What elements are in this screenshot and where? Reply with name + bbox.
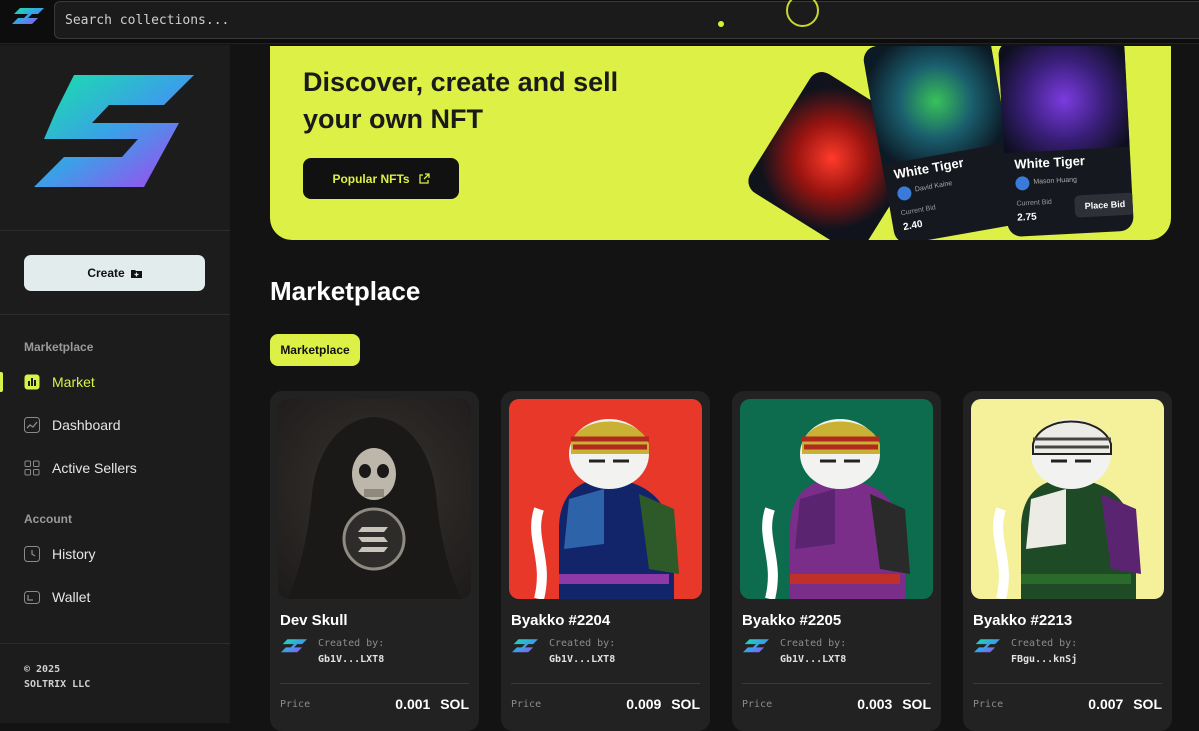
nft-price: 0.009 SOL bbox=[626, 696, 700, 712]
active-indicator bbox=[0, 372, 3, 392]
purple-tiger-art bbox=[997, 46, 1130, 154]
popular-nfts-button[interactable]: Popular NFTs bbox=[303, 158, 459, 199]
sidebar-item-label: History bbox=[52, 546, 96, 562]
sidebar-item-history[interactable]: History bbox=[0, 537, 230, 571]
sidebar-item-label: Dashboard bbox=[52, 417, 121, 433]
sidebar-item-label: Market bbox=[52, 374, 95, 390]
avatar bbox=[1015, 175, 1030, 191]
nft-price: 0.007 SOL bbox=[1088, 696, 1162, 712]
hero-card-author: David Kaine bbox=[914, 180, 953, 194]
marketplace-title: Marketplace bbox=[270, 276, 421, 306]
card-divider bbox=[280, 683, 469, 684]
creator-logo-icon bbox=[512, 639, 538, 653]
search-bar[interactable] bbox=[54, 1, 1199, 39]
cursor-dot-icon bbox=[718, 21, 724, 27]
price-label: Price bbox=[742, 699, 773, 710]
section-title-marketplace: Marketplace bbox=[24, 340, 94, 354]
nft-image-dev-skull[interactable] bbox=[278, 399, 471, 599]
trend-icon bbox=[24, 417, 40, 433]
card-divider bbox=[742, 683, 931, 684]
creator-address: FBgu...knSj bbox=[1011, 654, 1078, 665]
skull-art-icon bbox=[288, 417, 461, 599]
clock-icon bbox=[24, 546, 40, 562]
create-button-label: Create bbox=[87, 266, 125, 280]
created-by-label: Created by: bbox=[1011, 638, 1078, 649]
create-button[interactable]: Create bbox=[24, 255, 205, 291]
nft-name: Dev Skull bbox=[280, 612, 348, 629]
nft-price: 0.001 SOL bbox=[395, 696, 469, 712]
chart-icon bbox=[24, 374, 40, 390]
sidebar-item-wallet[interactable]: Wallet bbox=[0, 580, 230, 614]
copyright-text: © 2025 bbox=[24, 664, 61, 675]
creator-address: Gb1V...LXT8 bbox=[318, 654, 385, 665]
search-input[interactable] bbox=[65, 2, 665, 38]
nft-name: Byakko #2213 bbox=[973, 612, 1073, 629]
creator-logo-icon bbox=[281, 639, 307, 653]
creator-logo-icon bbox=[974, 639, 1000, 653]
nft-card[interactable]: Byakko #2204 Created by: Gb1V...LXT8 Pri… bbox=[501, 391, 710, 731]
card-divider bbox=[511, 683, 700, 684]
popular-nfts-label: Popular NFTs bbox=[332, 171, 410, 186]
nft-name: Byakko #2204 bbox=[511, 612, 611, 629]
nft-name: Byakko #2205 bbox=[742, 612, 842, 629]
sidebar-logo-area bbox=[0, 45, 230, 231]
created-by-label: Created by: bbox=[780, 638, 847, 649]
brand-logo-icon[interactable] bbox=[34, 75, 194, 195]
folder-plus-icon bbox=[130, 269, 142, 278]
top-bar bbox=[0, 0, 1199, 44]
price-label: Price bbox=[973, 699, 1004, 710]
hero-card-name: White Tiger bbox=[1014, 153, 1086, 172]
hero-card-author: Mason Huang bbox=[1033, 176, 1078, 186]
nft-image-byakko-2204[interactable] bbox=[509, 399, 702, 599]
hero-banner: Discover, create and sell your own NFT P… bbox=[270, 46, 1171, 240]
nft-card[interactable]: Dev Skull Created by: Gb1V...LXT8 Price … bbox=[270, 391, 479, 731]
section-title-account: Account bbox=[24, 512, 72, 526]
wallet-icon bbox=[24, 591, 40, 604]
marketplace-filter-chip[interactable]: Marketplace bbox=[270, 334, 360, 366]
hero-title: Discover, create and sell your own NFT bbox=[303, 67, 619, 134]
hero-nft-card-purple: White Tiger Mason Huang Current Bid 2.75… bbox=[997, 46, 1135, 238]
place-bid-button: Place Bid bbox=[1074, 192, 1135, 218]
price-label: Price bbox=[511, 699, 542, 710]
creator-address: Gb1V...LXT8 bbox=[549, 654, 616, 665]
creator-logo-icon bbox=[743, 639, 769, 653]
creator-address: Gb1V...LXT8 bbox=[780, 654, 847, 665]
green-tiger-art bbox=[861, 46, 1009, 165]
sidebar-item-active-sellers[interactable]: Active Sellers bbox=[0, 451, 230, 485]
card-divider bbox=[973, 683, 1162, 684]
avatar bbox=[896, 185, 913, 202]
nft-card[interactable]: Byakko #2213 Created by: FBgu...knSj Pri… bbox=[963, 391, 1172, 731]
sidebar-item-label: Wallet bbox=[52, 589, 91, 605]
nft-image-byakko-2205[interactable] bbox=[740, 399, 933, 599]
create-area: Create bbox=[0, 231, 230, 315]
company-name: SOLTRIX LLC bbox=[24, 679, 91, 690]
tiger-art-icon bbox=[531, 419, 679, 599]
hero-card-bid-label: Current Bid bbox=[900, 204, 937, 218]
price-label: Price bbox=[280, 699, 311, 710]
nft-price: 0.003 SOL bbox=[857, 696, 931, 712]
sidebar-footer: © 2025 SOLTRIX LLC bbox=[0, 643, 230, 723]
app-logo-icon[interactable] bbox=[12, 6, 44, 34]
hero-card-bid: 2.75 bbox=[1016, 211, 1037, 224]
hero-card-stack: White Tiger David Kaine Current Bid 2.40… bbox=[743, 46, 1171, 240]
nft-image-byakko-2213[interactable] bbox=[971, 399, 1164, 599]
sidebar-item-dashboard[interactable]: Dashboard bbox=[0, 408, 230, 442]
nft-card[interactable]: Byakko #2205 Created by: Gb1V...LXT8 Pri… bbox=[732, 391, 941, 731]
created-by-label: Created by: bbox=[549, 638, 616, 649]
tiger-art-icon bbox=[993, 419, 1141, 599]
grid-icon bbox=[24, 460, 40, 476]
external-link-icon bbox=[418, 172, 430, 184]
hero-card-bid: 2.40 bbox=[902, 218, 924, 234]
sidebar-item-label: Active Sellers bbox=[52, 460, 137, 476]
sidebar-item-market[interactable]: Market bbox=[0, 365, 230, 399]
hero-card-bid-label: Current Bid bbox=[1016, 198, 1053, 208]
sidebar: Create Marketplace Market Dashboard Acti… bbox=[0, 45, 230, 723]
tiger-art-icon bbox=[762, 419, 910, 599]
created-by-label: Created by: bbox=[318, 638, 385, 649]
